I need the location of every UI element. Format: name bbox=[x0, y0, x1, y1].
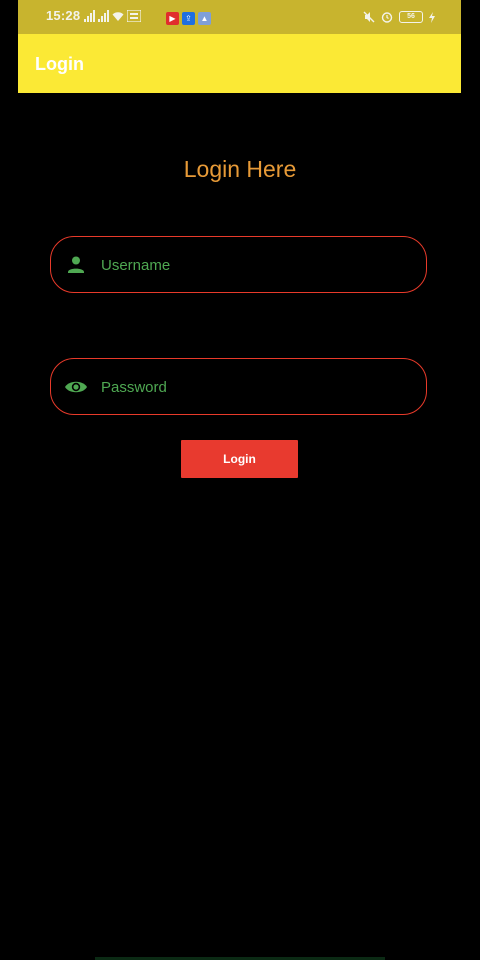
signal-icon bbox=[98, 10, 109, 22]
person-icon bbox=[68, 256, 84, 273]
youtube-app-icon: ▶ bbox=[166, 12, 179, 25]
volte-icon bbox=[127, 10, 141, 22]
alarm-icon bbox=[381, 12, 393, 23]
wifi-icon bbox=[112, 12, 124, 21]
password-field[interactable] bbox=[50, 358, 427, 415]
charging-icon bbox=[429, 11, 435, 23]
signal-icon bbox=[84, 10, 95, 22]
app-bar-title: Login bbox=[35, 54, 84, 74]
battery-icon: 56 bbox=[399, 11, 423, 23]
image-app-icon: ▲ bbox=[198, 12, 211, 25]
share-app-icon: ⇪ bbox=[182, 12, 195, 25]
username-field[interactable] bbox=[50, 236, 427, 293]
status-bar: 15:28 ▶ ⇪ ▲ 56 bbox=[18, 0, 461, 34]
status-left-icons bbox=[84, 10, 141, 22]
screen: 15:28 ▶ ⇪ ▲ 56 Login Login Here Username… bbox=[0, 0, 480, 960]
mute-icon bbox=[363, 11, 375, 23]
status-app-icons: ▶ ⇪ ▲ bbox=[166, 12, 211, 25]
password-input[interactable] bbox=[99, 369, 413, 406]
status-time: 15:28 bbox=[46, 8, 81, 23]
username-input[interactable] bbox=[99, 247, 413, 284]
login-button[interactable]: Login bbox=[181, 440, 298, 478]
page-title: Login Here bbox=[183, 156, 297, 182]
app-frame: 15:28 ▶ ⇪ ▲ 56 Login bbox=[18, 0, 461, 93]
eye-icon[interactable] bbox=[64, 375, 88, 399]
status-right-icons: 56 bbox=[363, 11, 435, 23]
app-bar: Login bbox=[18, 34, 461, 93]
